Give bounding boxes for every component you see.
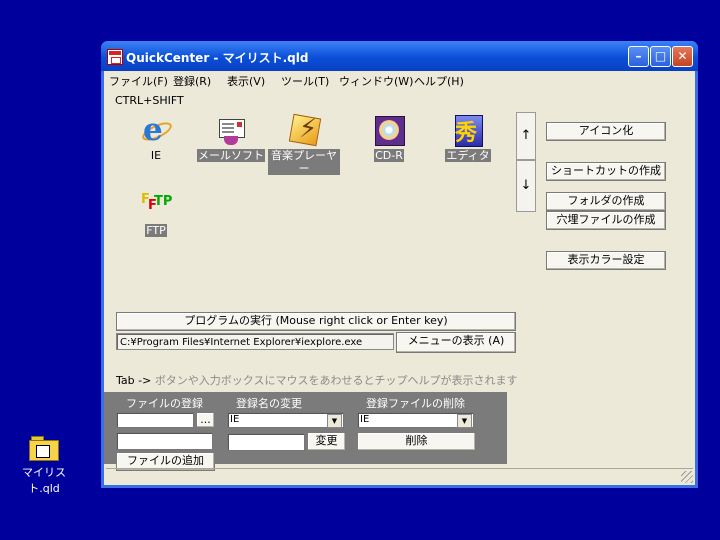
- client-area: ファイル(F) 登録(R) 表示(V) ツール(T) ウィンドウ(W) ヘルプ(…: [104, 71, 695, 485]
- dropdown-arrow-icon[interactable]: ▼: [457, 414, 472, 428]
- editor-icon: 秀: [451, 113, 485, 147]
- create-folder-button[interactable]: フォルダの作成: [546, 192, 666, 211]
- quickcenter-window: QuickCenter - マイリスト.qld – □ ✕ ファイル(F) 登録…: [101, 41, 698, 488]
- move-down-button[interactable]: ↓: [516, 160, 536, 212]
- close-button[interactable]: ✕: [672, 46, 693, 67]
- title-bar[interactable]: QuickCenter - マイリスト.qld – □ ✕: [101, 41, 698, 71]
- resize-grip-icon[interactable]: [681, 471, 693, 483]
- menu-view[interactable]: 表示(V): [227, 73, 265, 89]
- delete-select-value: IE: [360, 414, 370, 425]
- iconify-button[interactable]: アイコン化: [546, 122, 666, 141]
- desktop-icon-label: マイリスト.qld: [22, 466, 66, 495]
- program-label: FTP: [145, 224, 167, 237]
- hint-text: ボタンや入力ボックスにマウスをあわせるとチップヘルプが表示されます: [154, 374, 518, 387]
- status-bar: [106, 468, 693, 485]
- ftp-icon: F F TP: [141, 192, 173, 213]
- rename-input[interactable]: [227, 433, 305, 451]
- delete-header: 登録ファイルの削除: [366, 397, 465, 410]
- file-register-name-input[interactable]: [116, 432, 213, 450]
- program-label: 音楽プレーヤー: [268, 149, 340, 175]
- rename-select-value: IE: [230, 414, 240, 425]
- desktop-icon-mylist[interactable]: ↗ マイリスト.qld: [10, 436, 78, 496]
- program-editor[interactable]: 秀 エディタ: [432, 113, 504, 162]
- hint-prefix: Tab ->: [116, 374, 152, 387]
- app-icon[interactable]: [107, 49, 123, 65]
- program-ie[interactable]: e IE: [120, 113, 192, 162]
- maximize-button[interactable]: □: [650, 46, 671, 67]
- delete-select[interactable]: IE ▼: [357, 412, 474, 428]
- internet-explorer-icon: e: [139, 113, 175, 147]
- register-panel: ファイルの登録 ... ファイルの追加 登録名の変更 IE ▼ 変更 登録ファイ…: [104, 392, 507, 471]
- menu-help[interactable]: ヘルプ(H): [414, 73, 464, 89]
- rename-select[interactable]: IE ▼: [227, 412, 344, 428]
- file-register-input[interactable]: [116, 412, 194, 428]
- tip-hint: Tab -> ボタンや入力ボックスにマウスをあわせるとチップヘルプが表示されます: [116, 372, 517, 388]
- hotkey-label: CTRL+SHIFT: [115, 94, 184, 107]
- program-label: IE: [150, 149, 162, 162]
- browse-button[interactable]: ...: [196, 412, 215, 428]
- program-music-player[interactable]: ⚡ 音楽プレーヤー: [268, 113, 340, 175]
- change-button[interactable]: 変更: [307, 432, 346, 451]
- music-player-icon: ⚡: [287, 113, 322, 147]
- menu-register[interactable]: 登録(R): [173, 73, 211, 89]
- rename-header: 登録名の変更: [236, 397, 302, 410]
- cd-r-icon: [372, 113, 406, 147]
- menu-bar: ファイル(F) 登録(R) 表示(V) ツール(T) ウィンドウ(W) ヘルプ(…: [104, 71, 695, 89]
- display-color-button[interactable]: 表示カラー設定: [546, 251, 666, 270]
- folder-shortcut-icon: ↗: [29, 436, 59, 461]
- window-title: QuickCenter - マイリスト.qld: [126, 51, 309, 65]
- show-menu-button[interactable]: メニューの表示 (A): [396, 332, 516, 353]
- minimize-button[interactable]: –: [628, 46, 649, 67]
- execute-program-button[interactable]: プログラムの実行 (Mouse right click or Enter key…: [116, 312, 516, 331]
- create-hole-file-button[interactable]: 穴埋ファイルの作成: [546, 211, 666, 230]
- menu-window[interactable]: ウィンドウ(W): [339, 73, 413, 89]
- program-path-field[interactable]: C:¥Program Files¥Internet Explorer¥iexpl…: [116, 333, 394, 350]
- program-label: メールソフト: [197, 149, 265, 162]
- move-up-button[interactable]: ↑: [516, 112, 536, 160]
- mail-software-icon: [214, 113, 248, 147]
- delete-button[interactable]: 削除: [357, 432, 476, 451]
- program-label: エディタ: [445, 149, 491, 162]
- menu-file[interactable]: ファイル(F): [109, 73, 168, 89]
- file-register-header: ファイルの登録: [126, 397, 203, 410]
- program-mail-software[interactable]: メールソフト: [195, 113, 267, 162]
- menu-tools[interactable]: ツール(T): [281, 73, 329, 89]
- program-ftp[interactable]: F F TP FTP: [120, 188, 192, 237]
- create-shortcut-button[interactable]: ショートカットの作成: [546, 162, 666, 181]
- dropdown-arrow-icon[interactable]: ▼: [327, 414, 342, 428]
- program-cd-r[interactable]: CD-R: [353, 113, 425, 162]
- program-label: CD-R: [374, 149, 404, 162]
